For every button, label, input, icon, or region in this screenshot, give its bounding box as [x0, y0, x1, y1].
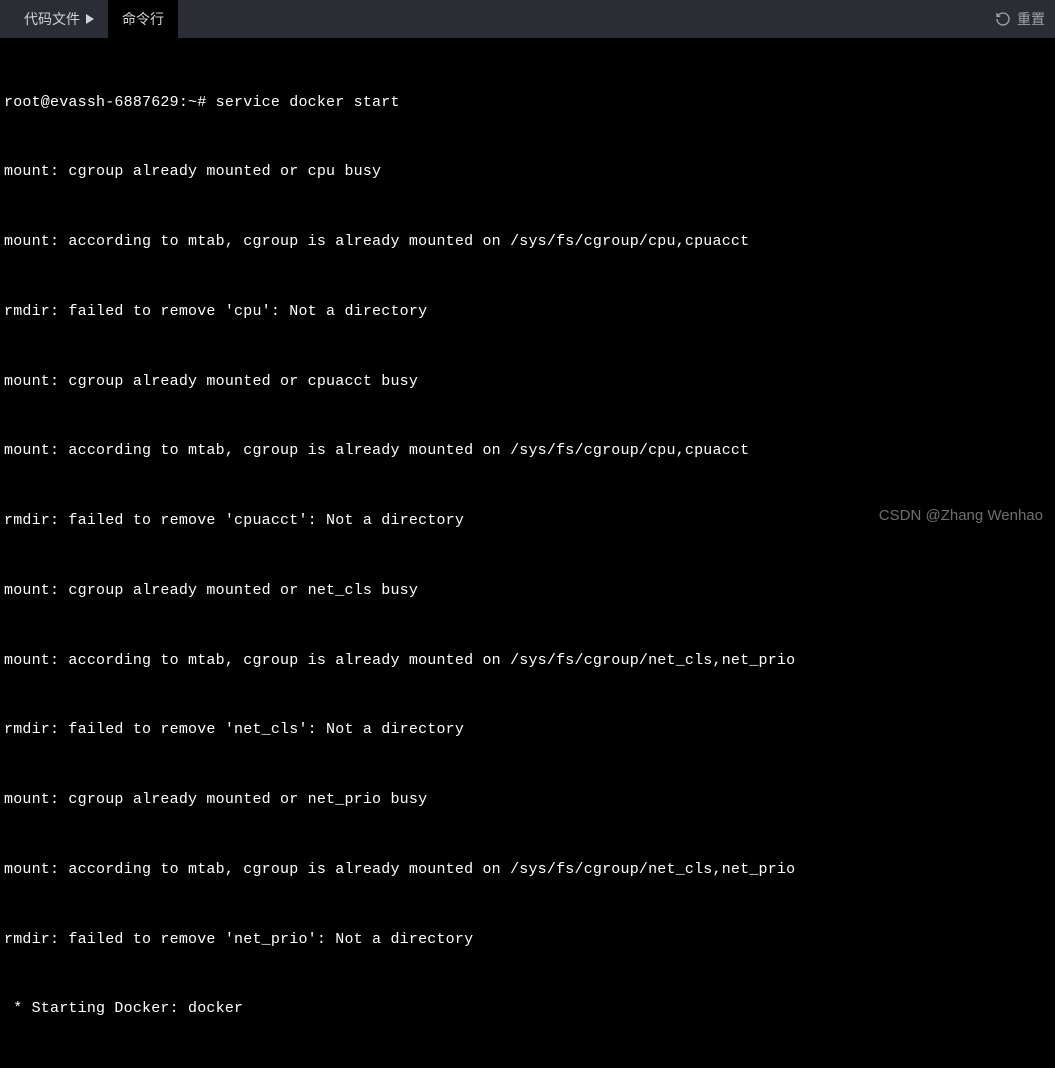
reset-icon[interactable]: [995, 11, 1011, 27]
terminal-line: rmdir: failed to remove 'net_prio': Not …: [4, 928, 1051, 951]
terminal-line: mount: according to mtab, cgroup is alre…: [4, 649, 1051, 672]
terminal-line: mount: cgroup already mounted or cpu bus…: [4, 160, 1051, 183]
terminal-line: mount: according to mtab, cgroup is alre…: [4, 858, 1051, 881]
terminal-line: root@evassh-6887629:~# service docker st…: [4, 91, 1051, 114]
terminal-line: rmdir: failed to remove 'cpuacct': Not a…: [4, 509, 1051, 532]
tab-commandline[interactable]: 命令行: [108, 0, 178, 38]
terminal-line: * Starting Docker: docker: [4, 997, 1051, 1020]
tab-code-files-label: 代码文件: [24, 9, 80, 29]
terminal-line: mount: cgroup already mounted or net_cls…: [4, 579, 1051, 602]
play-icon: [86, 14, 94, 24]
terminal-output[interactable]: root@evassh-6887629:~# service docker st…: [0, 38, 1055, 1068]
tab-commandline-label: 命令行: [122, 9, 164, 29]
terminal-line: mount: according to mtab, cgroup is alre…: [4, 439, 1051, 462]
reset-label[interactable]: 重置: [1017, 9, 1045, 29]
terminal-line: mount: according to mtab, cgroup is alre…: [4, 230, 1051, 253]
terminal-line: mount: cgroup already mounted or cpuacct…: [4, 370, 1051, 393]
tabbar-right: 重置: [995, 9, 1045, 29]
terminal-line: rmdir: failed to remove 'net_cls': Not a…: [4, 718, 1051, 741]
terminal-line: mount: cgroup already mounted or net_pri…: [4, 788, 1051, 811]
terminal-line: rmdir: failed to remove 'cpu': Not a dir…: [4, 300, 1051, 323]
terminal-line: @evassh-6887629:~# docker pull busybox:1…: [4, 1067, 1051, 1068]
tab-bar: 代码文件 命令行 重置: [0, 0, 1055, 38]
tab-code-files[interactable]: 代码文件: [10, 0, 108, 38]
